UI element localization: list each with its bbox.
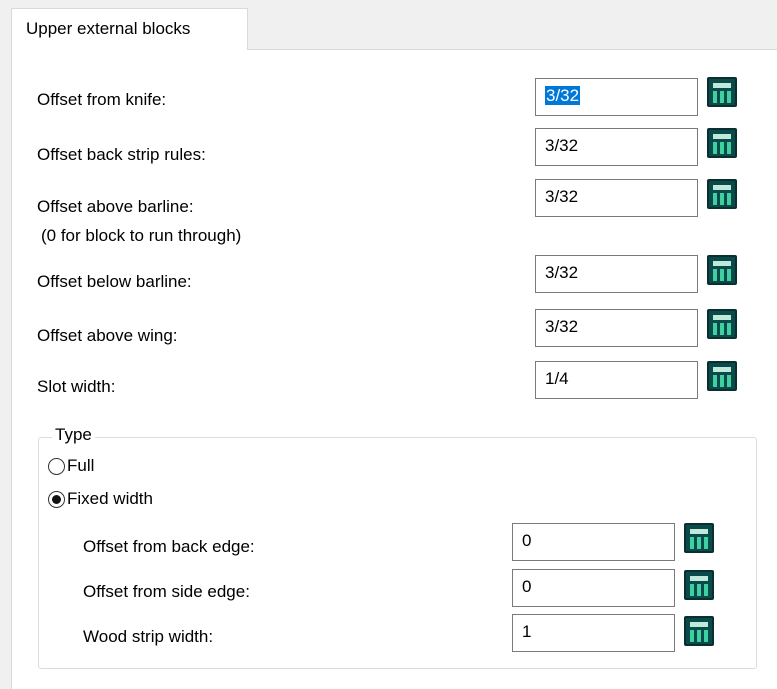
offset-from-side-edge-input[interactable]: 0 [512, 569, 675, 607]
offset-above-barline-hint: (0 for block to run through) [41, 226, 242, 245]
offset-back-strip-rules-calculator-icon[interactable] [707, 128, 737, 158]
offset-above-barline-input[interactable]: 3/32 [535, 179, 698, 217]
offset-back-strip-rules-input[interactable]: 3/32 [535, 128, 698, 166]
offset-from-knife-calculator-icon[interactable] [707, 77, 737, 107]
offset-from-knife-label: Offset from knife: [37, 90, 167, 109]
tab-upper-external-blocks[interactable]: Upper external blocks [11, 8, 248, 50]
tab-strip: Upper external blocks [0, 0, 777, 50]
offset-from-knife-value: 3/32 [545, 86, 581, 105]
full-radio-label[interactable]: Full [67, 456, 94, 476]
wood-strip-width-input[interactable]: 1 [512, 614, 675, 652]
slot-width-label: Slot width: [37, 377, 116, 396]
offset-from-knife-input[interactable]: 3/32 [535, 78, 698, 116]
offset-above-wing-calculator-icon[interactable] [707, 309, 737, 339]
full-radio[interactable] [48, 458, 65, 475]
slot-width-input[interactable]: 1/4 [535, 361, 698, 399]
fixed-width-radio[interactable] [48, 491, 65, 508]
tab-label: Upper external blocks [26, 19, 191, 38]
fixed-width-radio-label[interactable]: Fixed width [67, 489, 153, 509]
offset-from-back-edge-calculator-icon[interactable] [684, 523, 714, 553]
offset-from-side-edge-calculator-icon[interactable] [684, 570, 714, 600]
offset-from-back-edge-input[interactable]: 0 [512, 523, 675, 561]
offset-above-barline-calculator-icon[interactable] [707, 179, 737, 209]
wood-strip-width-calculator-icon[interactable] [684, 616, 714, 646]
offset-below-barline-label: Offset below barline: [37, 272, 192, 291]
offset-above-wing-input[interactable]: 3/32 [535, 309, 698, 347]
wood-strip-width-label: Wood strip width: [83, 627, 214, 646]
offset-from-side-edge-label: Offset from side edge: [83, 582, 250, 601]
type-group-title: Type [52, 425, 95, 445]
offset-back-strip-rules-label: Offset back strip rules: [37, 145, 206, 164]
offset-above-wing-label: Offset above wing: [37, 326, 178, 345]
offset-below-barline-calculator-icon[interactable] [707, 255, 737, 285]
offset-from-back-edge-label: Offset from back edge: [83, 537, 255, 556]
offset-below-barline-input[interactable]: 3/32 [535, 255, 698, 293]
offset-above-barline-label: Offset above barline: [37, 197, 194, 216]
slot-width-calculator-icon[interactable] [707, 361, 737, 391]
